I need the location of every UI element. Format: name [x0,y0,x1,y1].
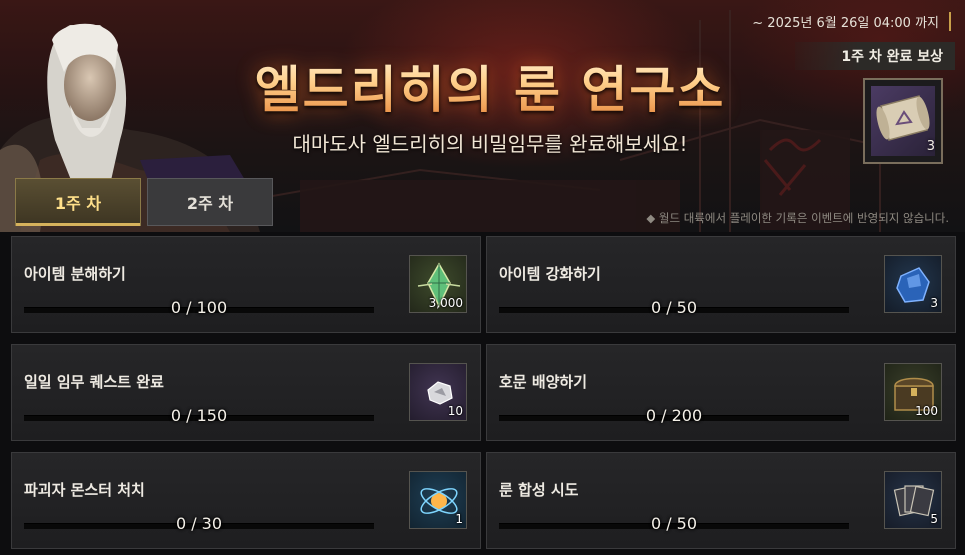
reward-count: 100 [915,404,938,418]
mission-card: 파괴자 몬스터 처치 0 / 30 1 [11,452,481,549]
mission-label: 일일 임무 퀘스트 완료 [24,373,164,391]
mission-reward-slot[interactable]: 3,000 [409,255,467,313]
mission-label: 룬 합성 시도 [499,481,579,499]
event-subtitle: 대마도사 엘드리히의 비밀임무를 완료해보세요! [292,132,688,156]
mission-card: 룬 합성 시도 0 / 50 5 [486,452,956,549]
mission-progress-text: 0 / 150 [170,406,228,425]
mission-progress-text: 0 / 200 [645,406,703,425]
mission-card: 아이템 강화하기 0 / 50 3 [486,236,956,333]
mission-label: 아이템 강화하기 [499,265,601,283]
mission-progress-text: 0 / 50 [650,514,698,533]
mission-card: 일일 임무 퀘스트 완료 0 / 150 10 [11,344,481,441]
reward-count: 1 [455,512,463,526]
mission-reward-slot[interactable]: 3 [884,255,942,313]
scroll-icon [871,86,935,156]
mission-progress-text: 0 / 30 [175,514,223,533]
mission-progress-text: 0 / 50 [650,298,698,317]
mission-reward-slot[interactable]: 5 [884,471,942,529]
event-deadline: ~ 2025년 6월 26일 04:00 까지 [752,12,951,31]
reward-count: 10 [447,404,463,418]
reward-count: 3 [930,296,938,310]
weekly-reward-count: 3 [926,139,935,154]
event-title: 엘드리히의 룬 연구소 [220,50,760,122]
tab-week-2[interactable]: 2주 차 [147,178,273,226]
mission-label: 호문 배양하기 [499,373,588,391]
mission-reward-slot[interactable]: 100 [884,363,942,421]
mission-progress-text: 0 / 100 [170,298,228,317]
event-banner: ~ 2025년 6월 26일 04:00 까지 1주 차 완료 보상 3 엘드리… [0,0,965,232]
weekly-reward-slot[interactable]: 3 [863,78,943,164]
reward-count: 3,000 [428,296,463,310]
mission-label: 아이템 분해하기 [24,265,126,283]
mission-label: 파괴자 몬스터 처치 [24,481,145,499]
event-notice: ◆ 월드 대륙에서 플레이한 기록은 이벤트에 반영되지 않습니다. [646,211,949,225]
mission-reward-slot[interactable]: 1 [409,471,467,529]
mission-card: 호문 배양하기 0 / 200 100 [486,344,956,441]
mission-card: 아이템 분해하기 0 / 100 3,000 [11,236,481,333]
reward-count: 5 [930,512,938,526]
tab-week-1[interactable]: 1주 차 [15,178,141,226]
mission-reward-slot[interactable]: 10 [409,363,467,421]
weekly-reward-title: 1주 차 완료 보상 [795,42,955,70]
